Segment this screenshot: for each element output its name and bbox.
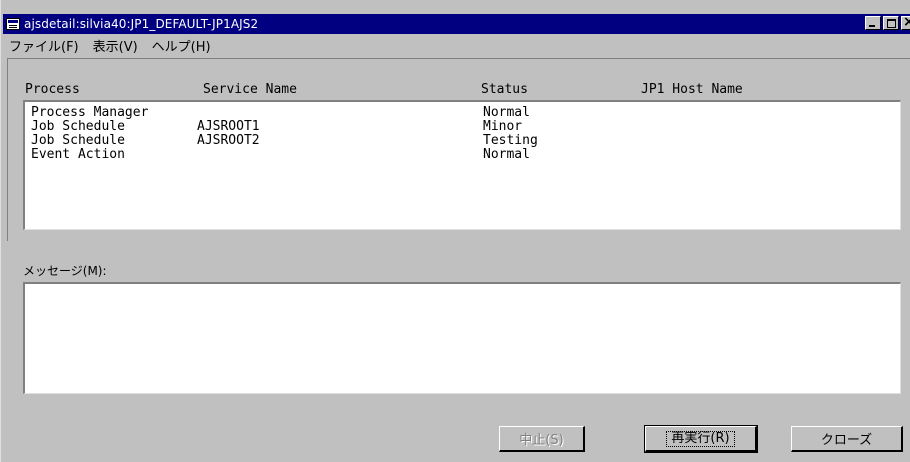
cell-service-name: AJSROOT2: [197, 133, 260, 148]
stop-button-label: 中止(S): [519, 433, 564, 448]
rerun-button[interactable]: 再実行(R): [644, 425, 758, 453]
maximize-icon[interactable]: [883, 16, 899, 30]
minimize-icon[interactable]: [865, 16, 881, 30]
message-box[interactable]: [23, 282, 901, 394]
column-header-jp1-host-name[interactable]: JP1 Host Name: [641, 82, 743, 97]
close-button[interactable]: クローズ: [791, 426, 903, 452]
close-button-label: クローズ: [820, 433, 873, 448]
menu-view[interactable]: 表示(V): [93, 36, 138, 55]
cell-service-name: AJSROOT1: [197, 119, 260, 134]
stop-button[interactable]: 中止(S): [499, 426, 585, 452]
table-row[interactable]: Job Schedule AJSROOT2 Testing: [25, 134, 900, 148]
cell-process: Job Schedule: [31, 119, 125, 134]
close-icon[interactable]: [901, 16, 910, 30]
cell-status: Normal: [483, 147, 530, 162]
column-header-process[interactable]: Process: [25, 82, 80, 97]
table-row[interactable]: Process Manager Normal: [25, 106, 900, 120]
table-row[interactable]: Event Action Normal: [25, 148, 900, 162]
cell-status: Normal: [483, 105, 530, 120]
cell-process: Process Manager: [31, 105, 149, 120]
rerun-button-label: 再実行(R): [666, 430, 735, 447]
menu-help[interactable]: ヘルプ(H): [152, 36, 211, 55]
title-bar[interactable]: ajsdetail:silvia40:JP1_DEFAULT-JP1AJS2: [3, 14, 910, 34]
cell-process: Event Action: [31, 147, 125, 162]
menu-file[interactable]: ファイル(F): [9, 36, 79, 55]
app-icon[interactable]: [6, 18, 20, 30]
column-header-service-name[interactable]: Service Name: [203, 82, 297, 97]
message-label: メッセージ(M):: [23, 264, 107, 278]
cell-process: Job Schedule: [31, 133, 125, 148]
window-controls: [863, 16, 910, 30]
table-row[interactable]: Job Schedule AJSROOT1 Minor: [25, 120, 900, 134]
process-list[interactable]: Process Manager Normal Job Schedule AJSR…: [23, 100, 901, 230]
window-title: ajsdetail:silvia40:JP1_DEFAULT-JP1AJS2: [24, 17, 259, 31]
menu-bar: ファイル(F) 表示(V) ヘルプ(H): [9, 36, 211, 55]
cell-status: Minor: [483, 119, 523, 134]
column-header-status[interactable]: Status: [481, 82, 528, 97]
app-window: ajsdetail:silvia40:JP1_DEFAULT-JP1AJS2 フ…: [0, 0, 910, 462]
cell-status: Testing: [483, 133, 538, 148]
